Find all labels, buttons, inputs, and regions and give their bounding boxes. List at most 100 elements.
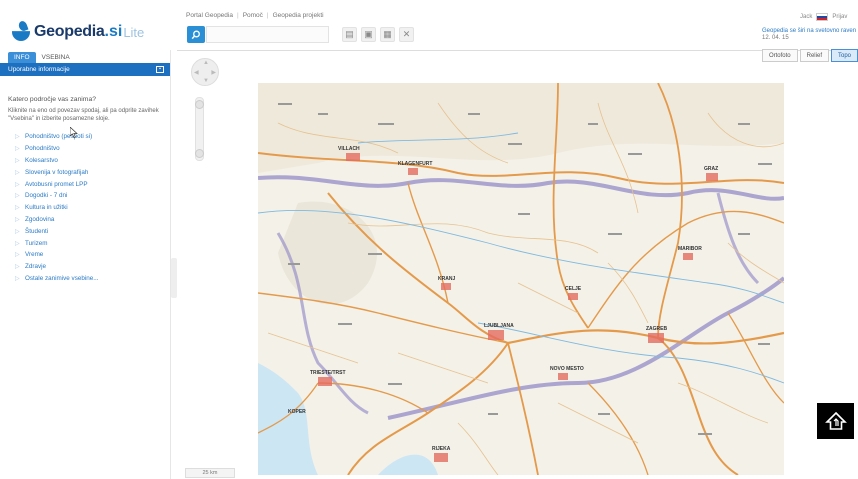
- vehicle-button[interactable]: ▦: [380, 27, 395, 42]
- pan-down-icon[interactable]: ▼: [203, 78, 209, 84]
- topographic-map[interactable]: VILLACH KLAGENFURT KRANJ LJUBLJANA ZAGRE…: [258, 83, 784, 475]
- zoom-slider[interactable]: [195, 97, 204, 161]
- logo-lite: Lite: [123, 24, 145, 40]
- description-text: Kliknite na eno od povezav spodaj, ali p…: [8, 108, 159, 122]
- list-item-label[interactable]: Zdravje: [25, 263, 46, 270]
- list-item[interactable]: ▷ Zgodovina: [0, 214, 170, 226]
- share-icon: ▣: [364, 29, 373, 39]
- city-label: ZAGREB: [646, 326, 668, 332]
- arrow-icon: ▷: [15, 240, 20, 247]
- city-label: TRIESTE/TRST: [310, 370, 346, 376]
- arrow-icon: ▷: [15, 157, 20, 164]
- link-help[interactable]: Pomoč: [243, 12, 263, 19]
- list-item-label[interactable]: Kultura in užitki: [25, 204, 68, 211]
- pan-up-icon[interactable]: ▲: [203, 60, 209, 66]
- layer-topo-button[interactable]: Topo: [830, 49, 858, 62]
- tab-vsebina[interactable]: VSEBINA: [36, 52, 76, 63]
- list-item[interactable]: ▷ Študenti: [0, 225, 170, 237]
- list-item[interactable]: ▷ Pohodništvo (pespoti si): [0, 131, 170, 143]
- list-item[interactable]: ▷ Avtobusni promet LPP: [0, 178, 170, 190]
- city-label: GRAZ: [704, 166, 718, 172]
- username[interactable]: Jack: [800, 14, 812, 20]
- list-item-label[interactable]: Turizem: [25, 240, 48, 247]
- car-icon: ▦: [383, 29, 392, 39]
- arrow-icon: ▷: [15, 146, 20, 153]
- sidebar-tabs: INFO VSEBINA: [0, 50, 170, 63]
- list-item-label[interactable]: Ostale zanimive vsebine...: [25, 275, 99, 282]
- print-button[interactable]: ▤: [342, 27, 357, 42]
- list-item[interactable]: ▷ Dogodki - 7 dni: [0, 190, 170, 202]
- share-button[interactable]: ▣: [361, 27, 376, 42]
- search-icon: [191, 30, 200, 39]
- news-box[interactable]: Geopedia se širi na svetovno raven 12. 0…: [762, 28, 856, 42]
- pan-left-icon[interactable]: ◀: [194, 69, 199, 76]
- list-item-label[interactable]: Zgodovina: [25, 216, 54, 223]
- list-item-label[interactable]: Dogodki - 7 dni: [25, 192, 67, 199]
- logo-domain: .si: [104, 23, 123, 40]
- tools-icon: ✕: [402, 29, 411, 39]
- arrow-icon: ▷: [15, 216, 20, 223]
- list-item[interactable]: ▷ Kolesarstvo: [0, 155, 170, 167]
- list-item[interactable]: ▷ Vreme: [0, 249, 170, 261]
- list-item-label[interactable]: Študenti: [25, 228, 48, 235]
- list-item-label[interactable]: Avtobusni promet LPP: [25, 181, 88, 188]
- geopedia-logo[interactable]: Geopedia .si Lite: [10, 19, 145, 44]
- city-label: LJUBLJANA: [484, 323, 514, 329]
- arrow-icon: ▷: [15, 169, 20, 176]
- search-button[interactable]: [187, 26, 205, 43]
- list-item[interactable]: ▷ Kultura in užitki: [0, 202, 170, 214]
- city-label: VILLACH: [338, 146, 360, 152]
- home-button[interactable]: [817, 403, 854, 439]
- pan-control[interactable]: ▲ ▼ ◀ ▶: [191, 58, 219, 86]
- top-bar: Geopedia .si Lite Portal Geopedia | Pomo…: [0, 0, 858, 48]
- arrow-icon: ▷: [15, 264, 20, 271]
- list-item[interactable]: ▷ Zdravje: [0, 261, 170, 273]
- zoom-out-icon[interactable]: [195, 149, 204, 158]
- city-label: KLAGENFURT: [398, 161, 432, 167]
- arrow-icon: ▷: [15, 205, 20, 212]
- city-label: KOPER: [288, 409, 306, 415]
- zoom-in-icon[interactable]: [195, 100, 204, 109]
- language-flag-icon[interactable]: [816, 13, 829, 21]
- panel-title: Uporabne informacije: [8, 66, 70, 73]
- list-item-label[interactable]: Pohodništvo: [25, 145, 60, 152]
- arrow-icon: ▷: [15, 181, 20, 188]
- question-text: Katero področje vas zanima?: [8, 96, 97, 103]
- arrow-icon: ▷: [15, 134, 20, 141]
- news-text[interactable]: Geopedia se širi na svetovno raven: [762, 28, 856, 35]
- login-link[interactable]: Prijav: [832, 14, 847, 20]
- arrow-icon: ▷: [15, 228, 20, 235]
- link-separator: |: [236, 12, 239, 19]
- list-item[interactable]: ▷ Pohodništvo: [0, 143, 170, 155]
- city-label: RIJEKA: [432, 446, 451, 452]
- list-item[interactable]: ▷ Slovenija v fotografijah: [0, 166, 170, 178]
- collapse-icon[interactable]: ▪: [156, 66, 164, 73]
- city-label: CELJE: [565, 286, 582, 292]
- list-item[interactable]: ▷ Turizem: [0, 237, 170, 249]
- list-item[interactable]: ▷ Ostale zanimive vsebine...: [0, 273, 170, 285]
- list-item-label[interactable]: Pohodništvo (pespoti si): [25, 133, 92, 140]
- layer-ortofoto-button[interactable]: Ortofoto: [761, 49, 798, 62]
- link-portal[interactable]: Portal Geopedia: [186, 12, 233, 19]
- city-label: MARIBOR: [678, 246, 702, 252]
- logo-icon: [10, 19, 32, 43]
- link-separator: |: [266, 12, 269, 19]
- search-input[interactable]: [206, 26, 329, 43]
- topic-list: ▷ Pohodništvo (pespoti si) ▷ Pohodništvo ▷…: [0, 131, 170, 284]
- list-item-label[interactable]: Slovenija v fotografijah: [25, 169, 88, 176]
- city-label: NOVO MESTO: [550, 366, 584, 372]
- layer-switcher: Ortofoto Relief Topo: [761, 49, 858, 62]
- list-item-label[interactable]: Vreme: [25, 251, 43, 258]
- scale-bar: 25 km: [185, 468, 235, 478]
- logo-name: Geopedia: [34, 23, 105, 40]
- link-projects[interactable]: Geopedia projekti: [273, 12, 324, 19]
- print-icon: ▤: [345, 29, 354, 39]
- city-label: KRANJ: [438, 276, 455, 282]
- tools-button[interactable]: ✕: [399, 27, 414, 42]
- toolbar: ▤ ▣ ▦ ✕: [342, 27, 414, 42]
- tab-info[interactable]: INFO: [8, 52, 36, 63]
- layer-relief-button[interactable]: Relief: [799, 49, 829, 62]
- home-icon: [824, 411, 847, 430]
- list-item-label[interactable]: Kolesarstvo: [25, 157, 58, 164]
- pan-right-icon[interactable]: ▶: [211, 69, 216, 76]
